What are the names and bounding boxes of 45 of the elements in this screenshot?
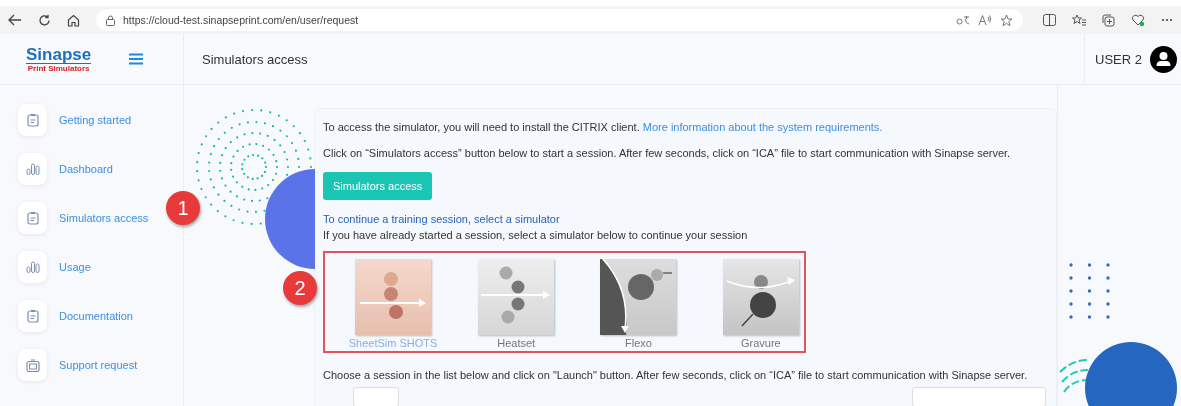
logo-tagline: Print Simulators bbox=[27, 64, 90, 73]
requirements-link[interactable]: More information about the system requirements. bbox=[642, 121, 883, 133]
user-avatar-icon[interactable] bbox=[1150, 45, 1177, 73]
section-subtitle: If you have already started a session, select a simulator below to continue your session bbox=[323, 229, 749, 241]
clipboard-icon bbox=[26, 211, 39, 225]
sidebar-item[interactable]: Simulators access bbox=[18, 202, 149, 234]
simulator-tile[interactable]: Heatset bbox=[473, 259, 560, 349]
favorite-star-icon[interactable] bbox=[1000, 13, 1013, 27]
simulator-tile[interactable]: SheetSim SHOTS bbox=[349, 259, 437, 349]
bar-chart-icon bbox=[25, 261, 40, 273]
simulator-tile[interactable]: Flexo bbox=[595, 259, 682, 349]
dot-grid-drawing bbox=[1068, 262, 1112, 320]
favorites-list-icon[interactable] bbox=[1072, 14, 1086, 26]
translate-icon[interactable] bbox=[956, 14, 970, 26]
annotation-badge: 1 bbox=[166, 191, 200, 225]
more-icon[interactable] bbox=[1161, 18, 1173, 22]
back-icon[interactable] bbox=[8, 14, 22, 26]
refresh-icon[interactable] bbox=[38, 13, 51, 27]
sidebar-item[interactable]: Dashboard bbox=[18, 153, 113, 185]
home-icon[interactable] bbox=[67, 13, 80, 27]
section-heading: To continue a training session, select a simulator bbox=[323, 213, 561, 225]
page-title: Simulators access bbox=[202, 51, 308, 67]
ticket-icon bbox=[25, 358, 40, 372]
sidebar-item[interactable]: Documentation bbox=[18, 300, 133, 332]
simulator-tile[interactable]: Gravure bbox=[717, 259, 804, 349]
simulators-access-button[interactable]: Simulators access bbox=[323, 172, 433, 200]
read-aloud-icon[interactable] bbox=[978, 14, 992, 26]
annotation-badge: 2 bbox=[283, 271, 317, 305]
clipboard-icon bbox=[26, 309, 39, 323]
clipboard-icon bbox=[26, 113, 39, 127]
menu-icon[interactable] bbox=[129, 53, 144, 65]
session-instruction-text: Choose a session in the list below and click on "Launch" button. After few seconds, click on “ICA” file to start communication with Sinapse server. bbox=[323, 369, 1029, 381]
health-heart-icon[interactable] bbox=[1131, 13, 1145, 27]
sidebar-item[interactable]: Getting started bbox=[18, 104, 132, 136]
instruction-text: Click on “Simulators access” button below to start a session. After few seconds, click on “ICA” file to start communication with Sinapse server. bbox=[323, 147, 1012, 159]
collections-icon[interactable] bbox=[1102, 13, 1115, 27]
lock-icon bbox=[106, 14, 115, 26]
split-screen-icon[interactable] bbox=[1043, 14, 1056, 26]
logo-name: Sinapse bbox=[26, 45, 92, 64]
sidebar-item[interactable]: Usage bbox=[18, 251, 91, 283]
intro-text: To access the simulator, you will need to install the CITRIX client. More information about the system requirements. bbox=[323, 121, 884, 133]
bar-chart-icon bbox=[25, 163, 40, 175]
sidebar-item[interactable]: Support request bbox=[18, 349, 138, 381]
search-field[interactable] bbox=[912, 387, 1046, 406]
user-name[interactable]: USER 2 bbox=[1095, 51, 1142, 67]
